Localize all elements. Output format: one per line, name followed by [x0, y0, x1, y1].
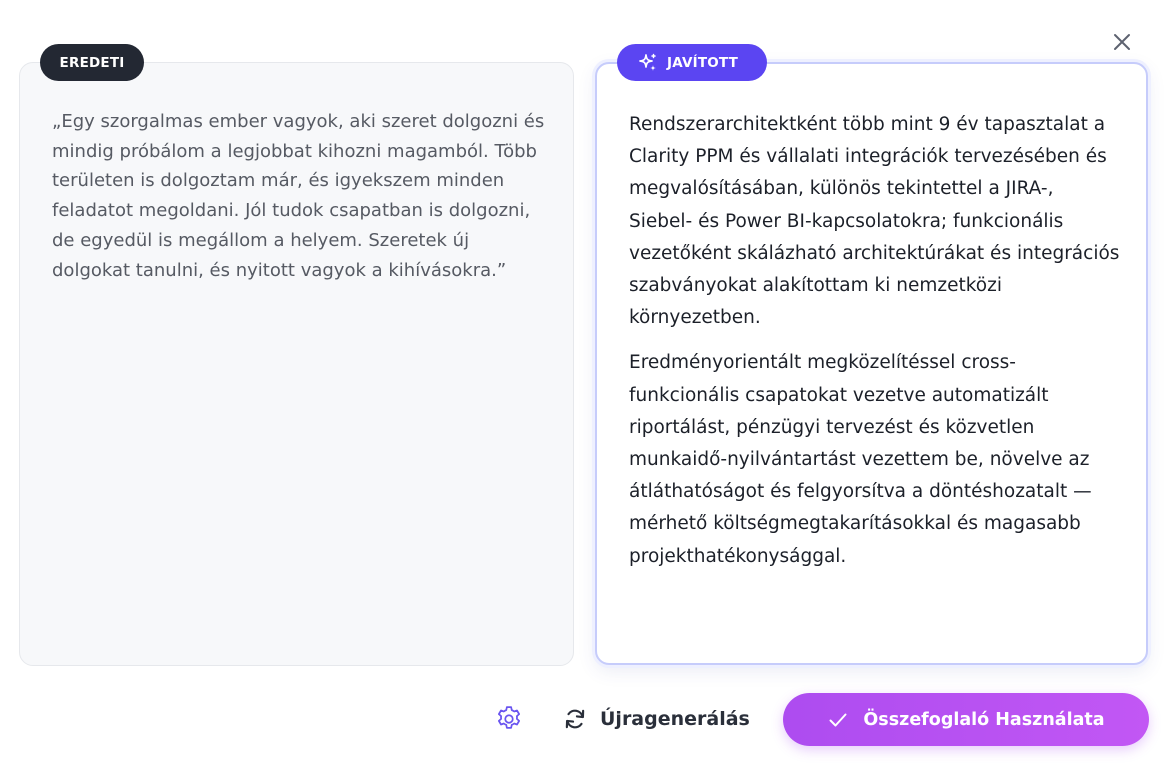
improved-badge-label: JAVÍTOTT [667, 54, 739, 71]
improved-panel: Rendszerarchitektként több mint 9 év tap… [595, 62, 1148, 665]
improved-badge: JAVÍTOTT [617, 44, 767, 81]
use-summary-button[interactable]: Összefoglaló Használata [783, 693, 1149, 746]
improved-paragraph-2: Eredményorientált megközelítéssel cross-… [629, 352, 1092, 567]
settings-button[interactable] [492, 702, 526, 736]
original-panel: „Egy szorgalmas ember vagyok, aki szeret… [19, 62, 574, 666]
original-text: „Egy szorgalmas ember vagyok, aki szeret… [52, 111, 545, 281]
regenerate-button[interactable]: Újragenerálás [562, 698, 762, 740]
use-summary-label: Összefoglaló Használata [863, 709, 1105, 730]
sparkles-icon [639, 53, 656, 71]
close-button[interactable] [1108, 28, 1136, 56]
footer-actions: Újragenerálás Összefoglaló Használata [0, 692, 1170, 746]
check-icon [829, 713, 847, 726]
original-badge: EREDETI [40, 44, 144, 81]
original-badge-label: EREDETI [59, 54, 125, 71]
regenerate-label: Újragenerálás [600, 708, 750, 730]
gear-icon [498, 706, 520, 729]
improved-paragraph-1: Rendszerarchitektként több mint 9 év tap… [629, 114, 1120, 329]
refresh-icon [565, 709, 585, 729]
improved-text: Rendszerarchitektként több mint 9 év tap… [629, 109, 1121, 573]
close-icon [1114, 34, 1130, 50]
